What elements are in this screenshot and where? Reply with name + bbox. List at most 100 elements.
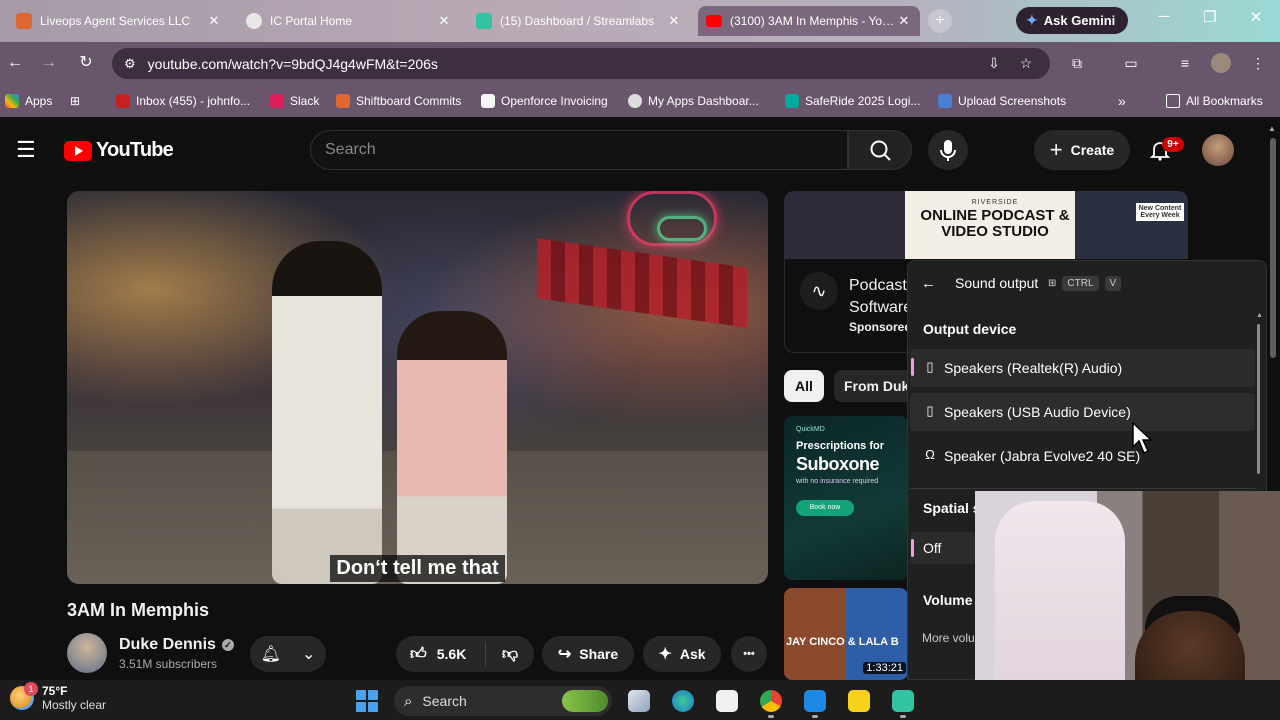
- thumbs-down-icon: 👎︎: [501, 645, 519, 663]
- bookmark-openforce[interactable]: Openforce Invoicing: [481, 92, 608, 110]
- share-button[interactable]: ↪ Share: [542, 636, 634, 672]
- screen-cast-icon[interactable]: ▭: [1121, 53, 1141, 73]
- device-label: Speakers (USB Audio Device): [944, 404, 1131, 420]
- close-tab-icon[interactable]: ✕: [896, 13, 912, 29]
- spatial-sound-heading: Spatial s: [923, 500, 981, 516]
- taskbar-search-label: Search: [422, 693, 467, 709]
- maximize-window-button[interactable]: ❐: [1190, 8, 1230, 32]
- browser-menu-icon[interactable]: ⋮: [1248, 53, 1268, 73]
- menu-hamburger-icon[interactable]: ☰: [16, 138, 40, 162]
- bookmark-apps[interactable]: Apps: [5, 92, 52, 110]
- scroll-up-icon[interactable]: ▲: [1268, 124, 1276, 133]
- subscription-notifications-button[interactable]: 🔔︎ ⌄: [250, 636, 326, 672]
- bookmark-upload-screenshots[interactable]: Upload Screenshots: [938, 92, 1066, 110]
- install-app-icon[interactable]: ⇩: [984, 53, 1004, 73]
- tab-groups-icon[interactable]: ⊞: [70, 92, 80, 110]
- subscriber-count: 3.51M subscribers: [119, 657, 218, 671]
- reload-icon[interactable]: ↻: [73, 50, 99, 76]
- spatial-value: Off: [923, 540, 942, 556]
- browser-tab-youtube[interactable]: (3100) 3AM In Memphis - YouT ✕: [698, 6, 920, 36]
- close-tab-icon[interactable]: ✕: [436, 13, 452, 29]
- voice-search-button[interactable]: [928, 130, 968, 170]
- device-label: Speaker (Jabra Evolve2 40 SE): [944, 448, 1141, 464]
- thumb-line: with no insurance required: [796, 478, 879, 485]
- selected-indicator: [911, 358, 914, 376]
- recommended-thumbnail[interactable]: QuickMD Prescriptions for Suboxone with …: [784, 416, 908, 580]
- ask-label: Ask: [679, 646, 706, 662]
- back-arrow-icon[interactable]: ←: [921, 274, 941, 294]
- search-button[interactable]: [848, 130, 912, 170]
- output-device-option[interactable]: ▯ Speakers (USB Audio Device): [910, 393, 1255, 431]
- recommended-thumbnail[interactable]: JAY CINCO & LALA B 1:33:21: [784, 588, 908, 680]
- shortcut-key: V: [1104, 276, 1122, 291]
- output-device-option[interactable]: ▯ Speakers (Realtek(R) Audio): [910, 349, 1255, 387]
- dislike-button[interactable]: 👎︎: [486, 645, 534, 664]
- bookmark-label: Shiftboard Commits: [356, 94, 462, 108]
- channel-name-link[interactable]: Duke Dennis ✓: [119, 636, 234, 654]
- microphone-icon: [940, 140, 956, 161]
- weather-widget[interactable]: 1 75°F Mostly clear: [10, 682, 106, 712]
- media-controls-icon[interactable]: ≡: [1175, 53, 1195, 73]
- bookmark-saferide[interactable]: SafeRide 2025 Logi...: [785, 92, 920, 110]
- close-tab-icon[interactable]: ✕: [206, 13, 222, 29]
- task-view-icon[interactable]: [628, 690, 650, 712]
- sticky-notes-icon[interactable]: [848, 690, 870, 712]
- bookmark-star-icon[interactable]: ☆: [1016, 53, 1036, 73]
- like-dislike-group: 👍︎ 5.6K 👎︎: [396, 636, 534, 672]
- thumb-duration: 1:33:21: [863, 662, 906, 674]
- back-arrow-icon[interactable]: ←: [2, 50, 28, 76]
- scrollbar-thumb[interactable]: [1270, 138, 1276, 358]
- bookmark-inbox[interactable]: Inbox (455) - johnfo...: [116, 92, 250, 110]
- edge-browser-icon[interactable]: [672, 690, 694, 712]
- weather-temperature: 75°F: [42, 684, 68, 698]
- new-tab-button[interactable]: +: [928, 9, 952, 33]
- bookmark-shiftboard[interactable]: Shiftboard Commits: [336, 92, 461, 110]
- more-volume-settings-link[interactable]: More volu: [922, 631, 976, 645]
- chip-from-channel[interactable]: From Duke: [834, 370, 908, 402]
- tab-title: IC Portal Home: [270, 14, 353, 28]
- youtube-logo[interactable]: YouTube: [64, 139, 174, 162]
- profile-avatar[interactable]: [1211, 53, 1231, 73]
- more-bookmarks-chevron-icon[interactable]: »: [1118, 92, 1126, 110]
- ad-logo-icon: ∿: [800, 272, 838, 310]
- minimize-window-button[interactable]: ─: [1144, 8, 1184, 32]
- extensions-icon[interactable]: ⧉: [1067, 53, 1087, 73]
- ask-button[interactable]: ✦ Ask: [643, 636, 721, 672]
- thumb-brand: QuickMD: [796, 426, 825, 433]
- channel-avatar[interactable]: [67, 633, 107, 673]
- liveops-favicon-icon: [16, 13, 32, 29]
- chrome-browser-icon[interactable]: [760, 690, 782, 718]
- all-bookmarks-folder[interactable]: All Bookmarks: [1166, 92, 1263, 110]
- streamlabs-app-icon[interactable]: [892, 690, 914, 718]
- browser-tab-liveops[interactable]: Liveops Agent Services LLC ✕: [8, 6, 230, 36]
- browser-tab-ic-portal[interactable]: IC Portal Home ✕: [238, 6, 460, 36]
- close-tab-icon[interactable]: ✕: [666, 13, 682, 29]
- site-info-icon[interactable]: ⚙: [124, 56, 136, 72]
- close-window-button[interactable]: ✕: [1236, 8, 1276, 32]
- ask-gemini-button[interactable]: ✦ Ask Gemini: [1016, 7, 1128, 34]
- video-player[interactable]: Don‘t tell me that: [67, 191, 768, 584]
- plus-icon: +: [1049, 137, 1063, 162]
- snipping-tool-icon[interactable]: [716, 690, 738, 712]
- spatial-sound-off-option[interactable]: Off: [910, 532, 976, 564]
- like-button[interactable]: 👍︎ 5.6K: [396, 642, 486, 666]
- microsoft-store-icon[interactable]: [804, 690, 826, 718]
- scroll-up-icon[interactable]: ▲: [1256, 312, 1263, 319]
- address-bar[interactable]: ⚙ youtube.com/watch?v=9bdQJ4g4wFM&t=206s: [112, 48, 1050, 79]
- more-actions-button[interactable]: •••: [731, 636, 767, 672]
- output-device-option[interactable]: Ω Speaker (Jabra Evolve2 40 SE): [910, 437, 1255, 475]
- scrollbar-thumb[interactable]: [1257, 324, 1260, 474]
- bookmark-my-apps[interactable]: My Apps Dashboar...: [628, 92, 759, 110]
- sound-panel-scrollbar[interactable]: ▲: [1256, 312, 1263, 476]
- forward-arrow-icon[interactable]: →: [36, 50, 62, 76]
- taskbar-search-box[interactable]: ⌕ Search: [394, 686, 612, 716]
- search-input[interactable]: Search: [310, 130, 848, 170]
- chip-all[interactable]: All: [784, 370, 824, 402]
- like-count: 5.6K: [436, 646, 467, 662]
- create-button[interactable]: + Create: [1034, 130, 1130, 170]
- ad-banner[interactable]: RIVERSIDE ONLINE PODCAST & VIDEO STUDIO …: [784, 191, 1188, 259]
- browser-tab-streamlabs[interactable]: (15) Dashboard / Streamlabs ✕: [468, 6, 690, 36]
- windows-start-icon[interactable]: [356, 690, 378, 712]
- account-avatar[interactable]: [1202, 134, 1234, 166]
- bookmark-slack[interactable]: Slack: [270, 92, 319, 110]
